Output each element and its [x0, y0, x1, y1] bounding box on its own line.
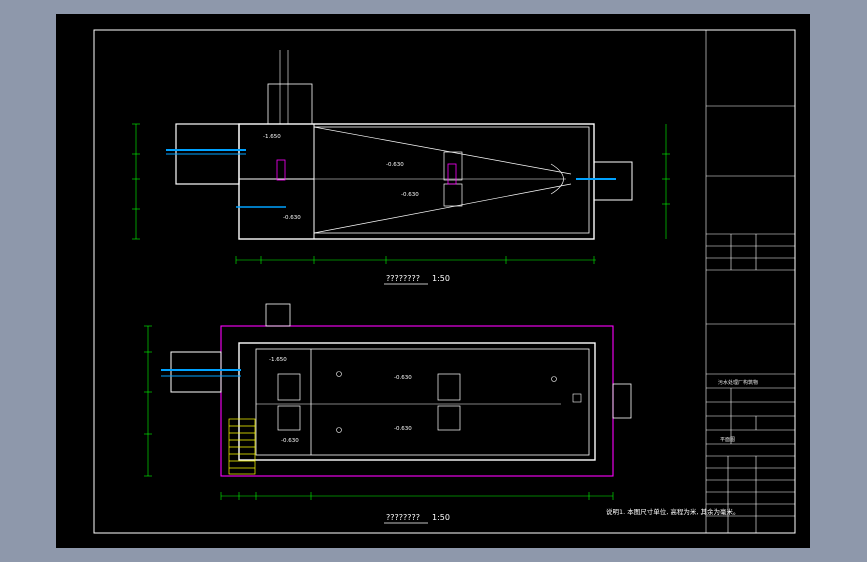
- level-bottom-lower: -0.630: [394, 426, 412, 432]
- top-plan: -1.650 -0.630 -0.630 -0.630 ???????? 1:5…: [132, 50, 670, 285]
- level-bottom-upper: -0.630: [394, 375, 412, 381]
- level-bottom-left: -1.650: [269, 357, 287, 363]
- top-left-lower-room: [238, 178, 315, 240]
- stairs: [228, 418, 256, 475]
- bottom-basin-inner-wall: [255, 348, 590, 456]
- drawing-note: 说明1. 本图尺寸单位, 高程为米, 其余为毫米。: [606, 507, 740, 516]
- top-shaft: [267, 83, 313, 125]
- title-drawing-name: 平面图: [720, 437, 735, 443]
- level-top-basin-lower: -0.630: [401, 192, 419, 198]
- level-top-basin-upper: -0.630: [386, 162, 404, 168]
- bottom-plan: -1.650 -0.630 -0.630 -0.630 ???????? 1:5…: [144, 303, 632, 524]
- level-bottom-left-lower: -0.630: [281, 438, 299, 444]
- top-basin-outer-wall: [238, 123, 595, 240]
- top-outlet-chamber: [593, 161, 633, 201]
- cad-drawing: 污水处理厂构筑物 平面图 -1.650 -0.630 -0.630 -0.630…: [93, 29, 796, 534]
- bottom-plan-scale: 1:50: [432, 513, 450, 522]
- top-small-room: [238, 123, 315, 180]
- cad-viewport: 污水处理厂构筑物 平面图 -1.650 -0.630 -0.630 -0.630…: [56, 14, 810, 548]
- top-plan-title: ????????: [386, 274, 420, 283]
- title-block: [705, 30, 795, 533]
- bottom-outline: [220, 325, 614, 477]
- bottom-plan-title: ????????: [386, 513, 420, 522]
- top-plan-scale: 1:50: [432, 274, 450, 283]
- level-top-small-room: -1.650: [263, 134, 281, 140]
- level-top-left-lower: -0.630: [283, 215, 301, 221]
- title-project: 污水处理厂构筑物: [718, 379, 758, 386]
